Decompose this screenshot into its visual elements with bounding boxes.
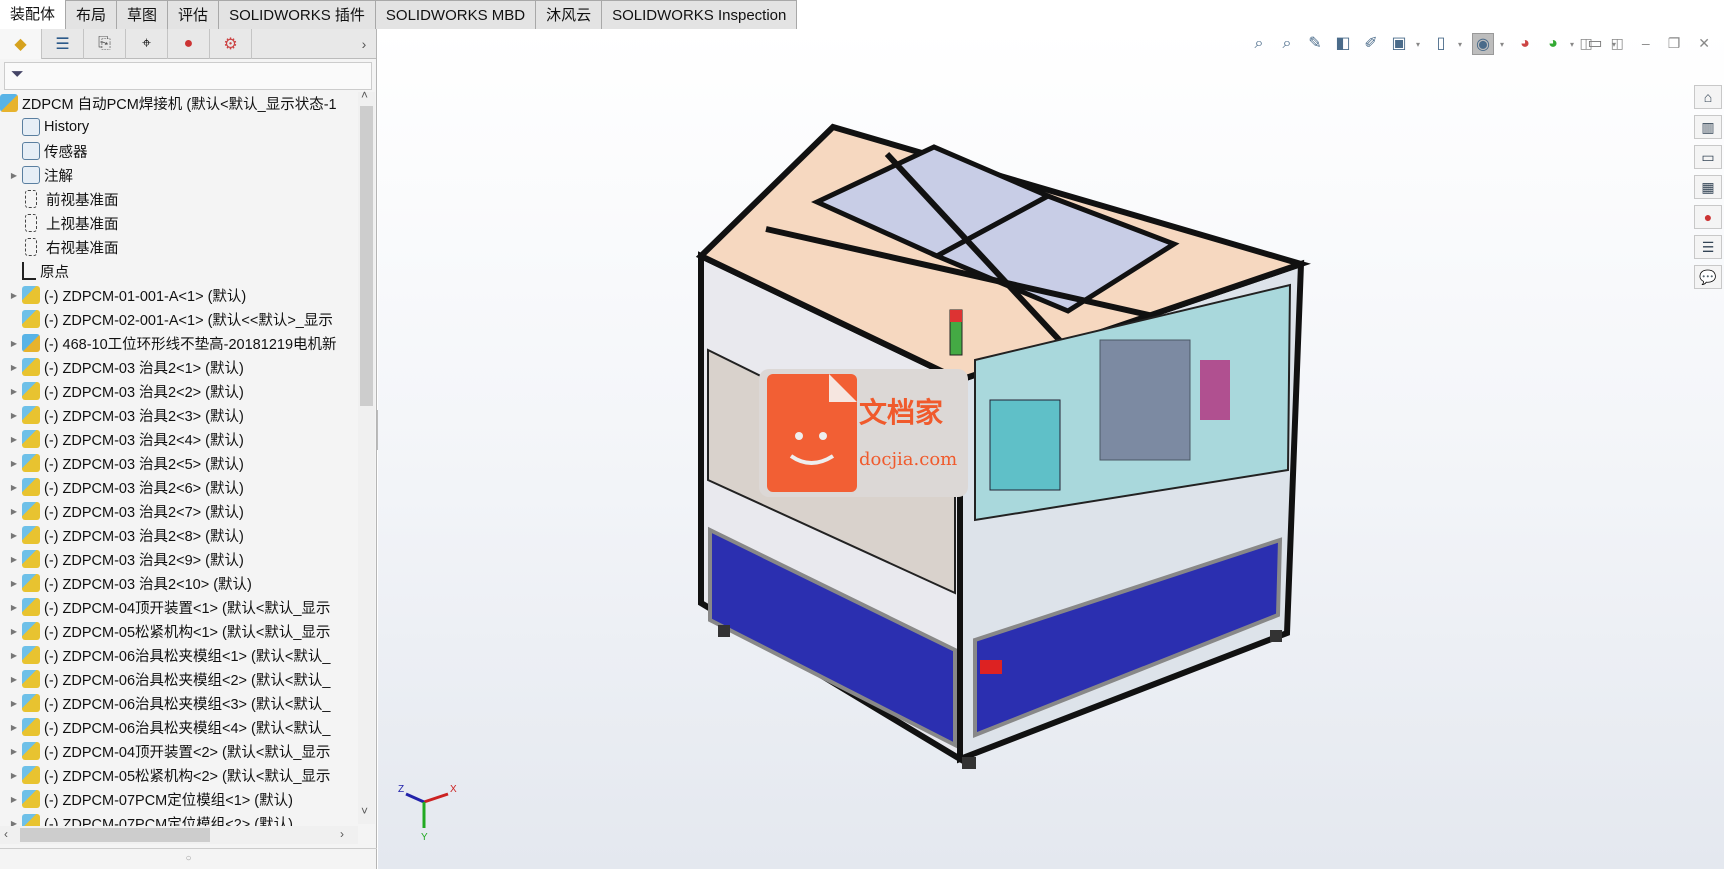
document-smile-icon bbox=[767, 374, 857, 492]
watermark-title: 文档家 bbox=[859, 396, 944, 429]
axis-y-label: Y bbox=[421, 832, 428, 843]
axis-x-label: X bbox=[450, 784, 457, 795]
watermark-url: docjia.com bbox=[859, 449, 958, 470]
axis-triad: X Z Y bbox=[396, 776, 466, 849]
axis-z-label: Z bbox=[398, 784, 404, 795]
watermark-logo: 文档家 docjia.com bbox=[759, 369, 968, 497]
